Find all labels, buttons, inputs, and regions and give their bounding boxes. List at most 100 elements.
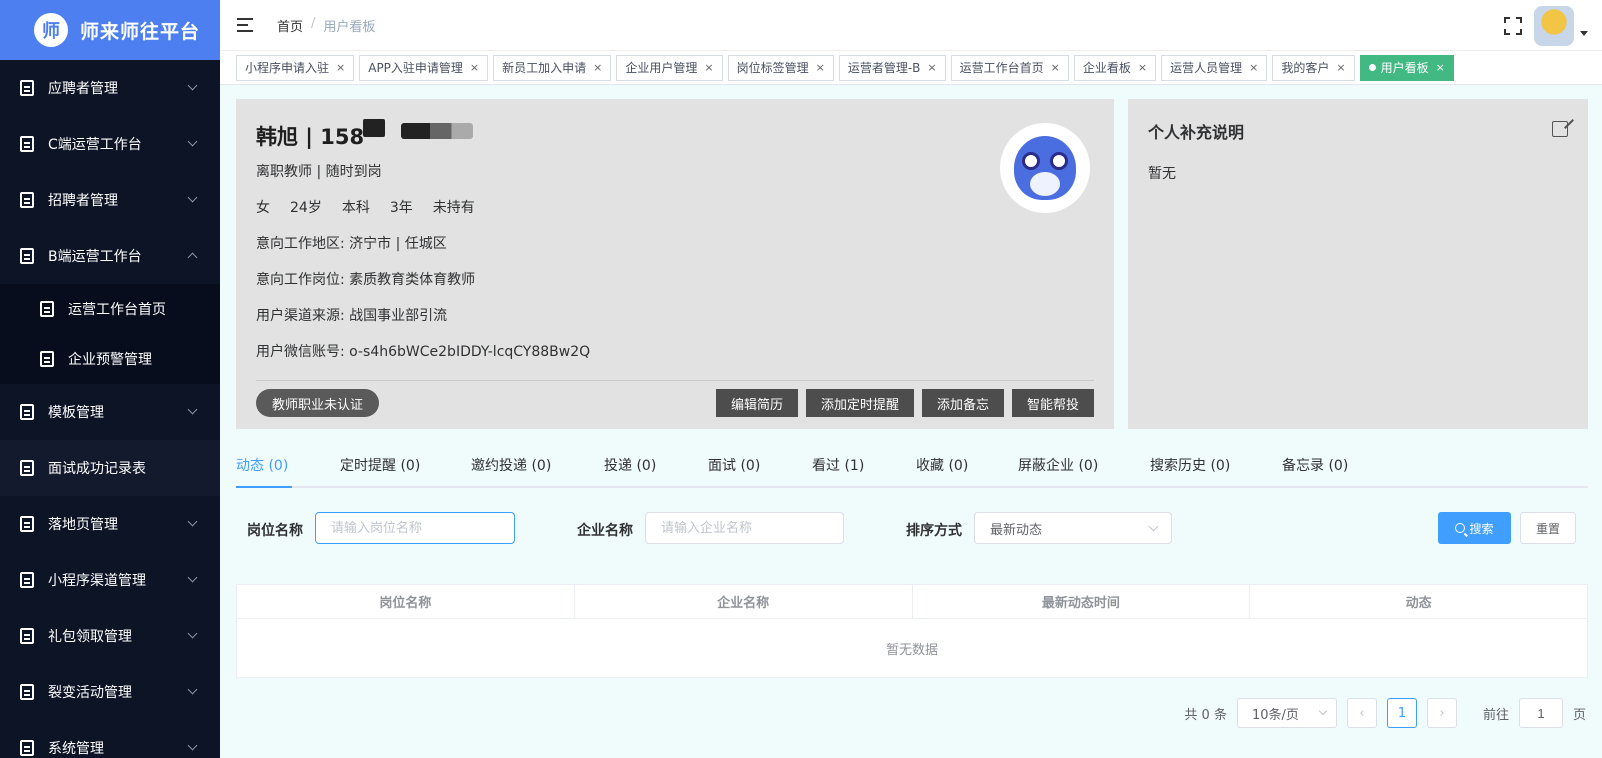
tab-invitations[interactable]: 邀约投递 (0) xyxy=(471,444,551,486)
tab-interviews[interactable]: 面试 (0) xyxy=(708,444,760,486)
tag-miniprogram-apply[interactable]: 小程序申请入驻 × xyxy=(236,54,355,81)
close-icon[interactable]: × xyxy=(1138,61,1147,74)
user-avatar[interactable] xyxy=(1534,6,1574,46)
tab-applications[interactable]: 投递 (0) xyxy=(604,444,656,486)
close-icon[interactable]: × xyxy=(1336,61,1345,74)
column-header: 企业名称 xyxy=(575,585,913,618)
sidebar-item-templates[interactable]: 模板管理 xyxy=(0,384,220,440)
sidebar-item-c-workbench[interactable]: C端运营工作台 xyxy=(0,116,220,172)
sidebar-subitem-workbench-home[interactable]: 运营工作台首页 xyxy=(0,284,220,334)
tab-viewed[interactable]: 看过 (1) xyxy=(812,444,864,486)
edit-icon[interactable] xyxy=(1552,121,1568,137)
menu-toggle-icon[interactable] xyxy=(237,18,255,32)
certification-badge[interactable]: 教师职业未认证 xyxy=(256,389,380,417)
close-icon[interactable]: × xyxy=(816,61,825,74)
company-name-input[interactable] xyxy=(645,512,844,544)
sidebar-item-landing-pages[interactable]: 落地页管理 xyxy=(0,496,220,552)
page-number[interactable]: 1 xyxy=(1386,698,1417,728)
chevron-down-icon xyxy=(187,740,198,751)
tag-new-employee[interactable]: 新员工加入申请 × xyxy=(493,54,612,81)
column-header: 岗位名称 xyxy=(237,585,575,618)
smart-apply-button[interactable]: 智能帮投 xyxy=(1011,389,1094,417)
sidebar-item-label: 小程序渠道管理 xyxy=(48,573,146,589)
tab-active-indicator xyxy=(236,486,292,488)
sidebar-subitem-company-alerts[interactable]: 企业预警管理 xyxy=(0,334,220,384)
sidebar-item-system[interactable]: 系统管理 xyxy=(0,720,220,758)
sidebar-item-label: 落地页管理 xyxy=(48,517,118,533)
page-size-value: 10条/页 xyxy=(1251,707,1299,723)
close-icon[interactable]: × xyxy=(470,61,479,74)
user-experience: 3年 xyxy=(389,200,413,216)
tag-label: 新员工加入申请 xyxy=(502,61,587,75)
tab-memos[interactable]: 备忘录 (0) xyxy=(1282,444,1348,486)
sidebar-item-label: 礼包领取管理 xyxy=(48,629,132,645)
add-reminder-button[interactable]: 添加定时提醒 xyxy=(805,389,914,417)
tags-view: 小程序申请入驻 × APP入驻申请管理 × 新员工加入申请 × 企业用户管理 × 岗位标… xyxy=(220,50,1602,85)
tag-label: 企业用户管理 xyxy=(625,61,698,75)
close-icon[interactable]: × xyxy=(1249,61,1258,74)
job-name-input[interactable] xyxy=(315,512,515,544)
search-button[interactable]: 搜索 xyxy=(1438,512,1511,544)
tag-operators-b[interactable]: 运营者管理-B × xyxy=(838,54,946,81)
company-name-label: 企业名称 xyxy=(577,523,633,539)
sidebar-item-gift-packs[interactable]: 礼包领取管理 xyxy=(0,608,220,664)
tag-user-board[interactable]: 用户看板 × xyxy=(1359,54,1454,81)
tag-company-board[interactable]: 企业看板 × xyxy=(1073,54,1157,81)
profile-card: 韩旭 | 158 离职教师 | 随时到岗 女 24岁 本科 3年 未持有 意向工… xyxy=(236,99,1114,429)
tab-blocked-companies[interactable]: 屏蔽企业 (0) xyxy=(1018,444,1098,486)
close-icon[interactable]: × xyxy=(927,61,936,74)
next-page-button[interactable]: › xyxy=(1426,698,1457,728)
app-logo[interactable]: 师 师来师往平台 xyxy=(0,0,220,60)
user-gender: 女 xyxy=(256,200,270,216)
sidebar-item-interview-records[interactable]: 面试成功记录表 xyxy=(0,440,220,496)
redaction-block xyxy=(363,119,385,137)
edit-resume-button[interactable]: 编辑简历 xyxy=(715,389,798,417)
total-count: 共 0 条 xyxy=(1184,707,1227,723)
document-icon xyxy=(20,460,34,476)
sidebar-item-miniprogram-channels[interactable]: 小程序渠道管理 xyxy=(0,552,220,608)
tag-job-labels[interactable]: 岗位标签管理 × xyxy=(727,54,834,81)
close-icon[interactable]: × xyxy=(1436,61,1445,74)
add-memo-button[interactable]: 添加备忘 xyxy=(921,389,1004,417)
tag-my-customers[interactable]: 我的客户 × xyxy=(1272,54,1355,81)
sort-select[interactable]: 最新动态 xyxy=(974,512,1172,544)
close-icon[interactable]: × xyxy=(704,61,713,74)
sidebar-item-label: 裂变活动管理 xyxy=(48,685,132,701)
sidebar-item-applicants[interactable]: 应聘者管理 xyxy=(0,60,220,116)
tag-company-users[interactable]: 企业用户管理 × xyxy=(616,54,723,81)
reset-button[interactable]: 重置 xyxy=(1520,512,1576,544)
user-source: 用户渠道来源: 战国事业部引流 xyxy=(256,305,447,325)
tag-label: 运营者管理-B xyxy=(847,61,921,75)
prev-page-button[interactable]: ‹ xyxy=(1346,698,1377,728)
chevron-up-icon xyxy=(187,252,198,263)
sidebar-item-b-workbench[interactable]: B端运营工作台 xyxy=(0,228,220,284)
page-size-select[interactable]: 10条/页 xyxy=(1236,698,1337,728)
breadcrumb-separator: / xyxy=(311,15,316,31)
tab-activity[interactable]: 动态 (0) xyxy=(236,444,288,486)
caret-down-icon[interactable] xyxy=(1580,30,1588,36)
tag-label: 小程序申请入驻 xyxy=(245,61,330,75)
user-name-phone: 韩旭 | 158 xyxy=(256,125,365,149)
sidebar-item-label: 企业预警管理 xyxy=(68,352,152,368)
goto-label: 前往 xyxy=(1482,707,1509,723)
close-icon[interactable]: × xyxy=(336,61,345,74)
tag-label: 运营人员管理 xyxy=(1170,61,1243,75)
goto-page-input[interactable] xyxy=(1518,698,1563,728)
active-dot-icon xyxy=(1368,64,1376,71)
close-icon[interactable]: × xyxy=(593,61,602,74)
fullscreen-icon[interactable] xyxy=(1504,17,1522,35)
tag-workbench-home[interactable]: 运营工作台首页 × xyxy=(950,54,1069,81)
job-name-label: 岗位名称 xyxy=(247,523,303,539)
chevron-down-icon xyxy=(187,684,198,695)
tab-reminders[interactable]: 定时提醒 (0) xyxy=(340,444,420,486)
field-label: 用户渠道来源: xyxy=(256,308,345,324)
note-body: 暂无 xyxy=(1148,166,1176,182)
tab-search-history[interactable]: 搜索历史 (0) xyxy=(1150,444,1230,486)
sidebar-item-recruiters[interactable]: 招聘者管理 xyxy=(0,172,220,228)
breadcrumb-home[interactable]: 首页 xyxy=(277,16,303,35)
tag-operators[interactable]: 运营人员管理 × xyxy=(1161,54,1268,81)
close-icon[interactable]: × xyxy=(1051,61,1060,74)
tab-favorites[interactable]: 收藏 (0) xyxy=(916,444,968,486)
tag-app-apply[interactable]: APP入驻申请管理 × xyxy=(359,54,489,81)
sidebar-item-fission-activities[interactable]: 裂变活动管理 xyxy=(0,664,220,720)
